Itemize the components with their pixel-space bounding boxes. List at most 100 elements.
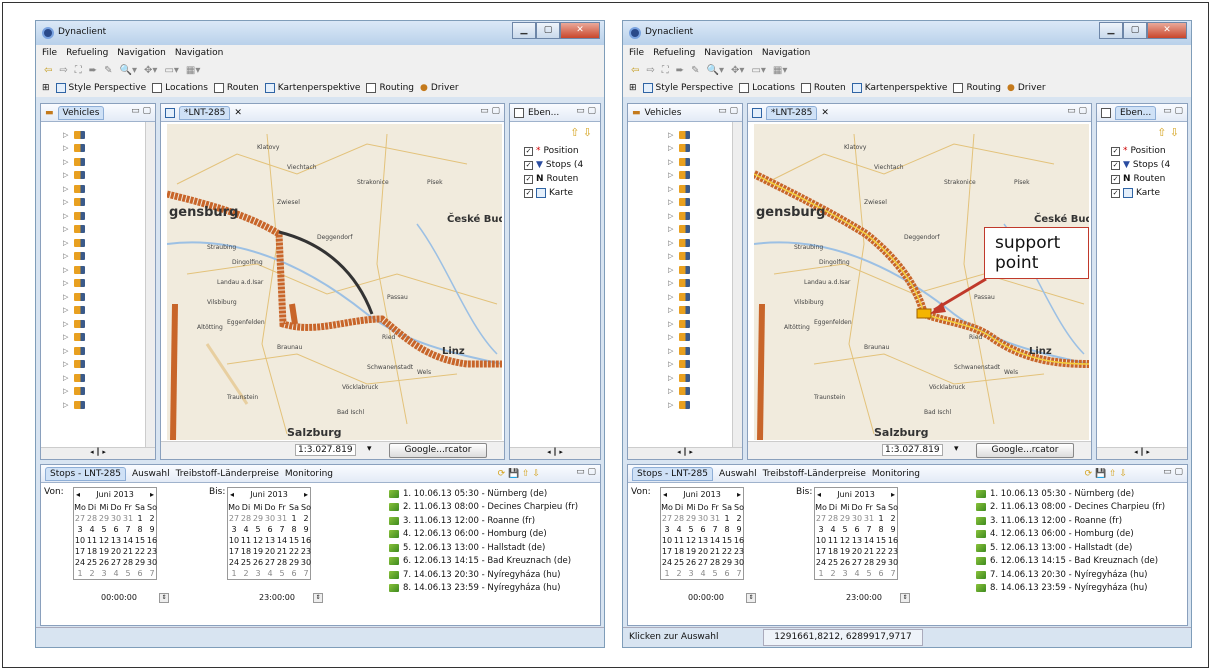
calendar-day[interactable]: 30 [887, 557, 899, 568]
calendar-day[interactable]: 15 [288, 535, 300, 546]
time-spinner[interactable]: ⇕ [313, 593, 323, 603]
calendar-day[interactable]: 3 [228, 524, 240, 535]
time-to-input[interactable]: 23:00:00 [259, 591, 295, 605]
stop-item[interactable]: 6. 12.06.13 14:15 - Bad Kreuznach (de) [976, 555, 1165, 569]
open-perspective-icon[interactable]: ⊞ [42, 83, 50, 93]
expand-arrow-icon[interactable]: ▷ [63, 333, 68, 341]
calendar-day[interactable]: 19 [839, 546, 851, 557]
toolbar-icons[interactable]: ⟳ 💾 ⇧ ⇩ [498, 469, 540, 479]
layer-move-arrows[interactable]: ⇧ ⇩ [570, 126, 592, 139]
layer-checkbox[interactable]: ✓ [1111, 146, 1120, 156]
vehicle-item[interactable]: ▷ [668, 385, 718, 399]
calendar-to[interactable]: ◂ Juni 2013 ▸ Mo Di Mi Do Fr Sa So 27 28 29 30 31 1 2 3 4 5… [227, 487, 311, 580]
next-month-icon[interactable]: ▸ [891, 488, 895, 502]
calendar-day[interactable]: 24 [74, 557, 86, 568]
calendar-day[interactable]: 25 [240, 557, 252, 568]
vehicle-item[interactable]: ▷ [668, 142, 718, 156]
expand-arrow-icon[interactable]: ▷ [63, 347, 68, 355]
calendar-day[interactable]: 12 [685, 535, 697, 546]
stop-item[interactable]: 5. 12.06.13 13:00 - Hallstadt (de) [389, 541, 578, 555]
calendar-day[interactable]: 24 [228, 557, 240, 568]
minimize-maximize-icon[interactable]: ▭ ▢ [480, 106, 500, 116]
minimize-maximize-icon[interactable]: ▭ ▢ [576, 106, 596, 116]
menu-navigation[interactable]: Navigation [704, 48, 753, 58]
calendar-day[interactable]: 7 [276, 524, 288, 535]
calendar-day[interactable]: 7 [146, 568, 158, 579]
calendar-day[interactable]: 2 [146, 513, 158, 524]
calendar-day[interactable]: 1 [875, 513, 887, 524]
stop-item[interactable]: 3. 11.06.13 12:00 - Roanne (fr) [976, 514, 1165, 528]
menu-navigation-2[interactable]: Navigation [175, 48, 224, 58]
layer-checkbox[interactable]: ✓ [524, 174, 533, 184]
next-month-icon[interactable]: ▸ [737, 488, 741, 502]
calendar-day[interactable]: 21 [863, 546, 875, 557]
expand-arrow-icon[interactable]: ▷ [63, 320, 68, 328]
vehicle-item[interactable]: ▷ [668, 223, 718, 237]
maximize-button[interactable]: ▢ [536, 22, 560, 39]
vehicle-item[interactable]: ▷ [668, 182, 718, 196]
vehicle-item[interactable]: ▷ [63, 182, 113, 196]
calendar-day[interactable]: 23 [887, 546, 899, 557]
menu-file[interactable]: File [629, 48, 644, 58]
prev-month-icon[interactable]: ◂ [76, 488, 80, 502]
calendar-day[interactable]: 29 [288, 557, 300, 568]
perspective-routen[interactable]: Routen [213, 83, 259, 93]
calendar-day[interactable]: 17 [815, 546, 827, 557]
calendar-day[interactable]: 6 [288, 568, 300, 579]
perspective-driver[interactable]: ● Driver [420, 83, 459, 93]
calendar-day[interactable]: 29 [875, 557, 887, 568]
calendar-day[interactable]: 9 [733, 524, 745, 535]
zoom-icon[interactable]: 🔍▾ [707, 65, 724, 76]
calendar-day[interactable]: 12 [839, 535, 851, 546]
calendar-day[interactable]: 29 [98, 513, 110, 524]
map-svg[interactable]: gensburg České Bud Linz Salzburg Landau … [754, 124, 1089, 440]
calendar-day[interactable]: 15 [875, 535, 887, 546]
calendar-day[interactable]: 6 [134, 568, 146, 579]
calendar-day[interactable]: 3 [252, 568, 264, 579]
calendar-day[interactable]: 7 [122, 524, 134, 535]
pan-icon[interactable]: ✥▾ [731, 65, 744, 76]
calendar-day[interactable]: 29 [839, 513, 851, 524]
calendar-day[interactable]: 27 [661, 513, 673, 524]
calendar-day[interactable]: 13 [110, 535, 122, 546]
calendar-day[interactable]: 13 [851, 535, 863, 546]
toolbar-icons[interactable]: ⟳ 💾 ⇧ ⇩ [1085, 469, 1127, 479]
expand-arrow-icon[interactable]: ▷ [63, 212, 68, 220]
calendar-day[interactable]: 2 [86, 568, 98, 579]
calendar-day[interactable]: 2 [300, 513, 312, 524]
calendar-day[interactable]: 20 [697, 546, 709, 557]
expand-arrow-icon[interactable]: ▷ [668, 212, 673, 220]
calendar-day[interactable]: 27 [110, 557, 122, 568]
stop-item[interactable]: 6. 12.06.13 14:15 - Bad Kreuznach (de) [389, 555, 578, 569]
close-tab-icon[interactable]: ✕ [234, 108, 242, 118]
horizontal-scrollbar[interactable]: ◂ ║ ▸ [510, 447, 600, 459]
perspective-karten[interactable]: Kartenperspektive [264, 83, 360, 93]
vehicle-item[interactable]: ▷ [63, 371, 113, 385]
calendar-day[interactable]: 3 [685, 568, 697, 579]
vehicle-item[interactable]: ▷ [668, 250, 718, 264]
vehicles-tab[interactable]: Vehicles [645, 108, 682, 118]
vehicle-item[interactable]: ▷ [63, 385, 113, 399]
calendar-day[interactable]: 28 [240, 513, 252, 524]
calendar-day[interactable]: 5 [863, 568, 875, 579]
vehicles-tab[interactable]: Vehicles [57, 105, 105, 120]
calendar-day[interactable]: 11 [827, 535, 839, 546]
scale-select[interactable]: 1:3.027.819 [295, 444, 356, 456]
calendar-day[interactable]: 4 [673, 524, 685, 535]
vehicle-item[interactable]: ▷ [668, 155, 718, 169]
expand-arrow-icon[interactable]: ▷ [668, 293, 673, 301]
calendar-day[interactable]: 29 [721, 557, 733, 568]
prev-month-icon[interactable]: ◂ [817, 488, 821, 502]
perspective-routing[interactable]: Routing [953, 83, 1001, 93]
calendar-day[interactable]: 15 [721, 535, 733, 546]
tab-treibstoff[interactable]: Treibstoff-Länderpreise [763, 469, 866, 479]
expand-arrow-icon[interactable]: ▷ [63, 144, 68, 152]
calendar-day[interactable]: 8 [721, 524, 733, 535]
calendar-day[interactable]: 4 [697, 568, 709, 579]
time-to-input[interactable]: 23:00:00 [846, 591, 882, 605]
calendar-day[interactable]: 21 [709, 546, 721, 557]
expand-arrow-icon[interactable]: ▷ [668, 347, 673, 355]
calendar-day[interactable]: 3 [815, 524, 827, 535]
calendar-day[interactable]: 25 [86, 557, 98, 568]
vehicle-item[interactable]: ▷ [63, 196, 113, 210]
